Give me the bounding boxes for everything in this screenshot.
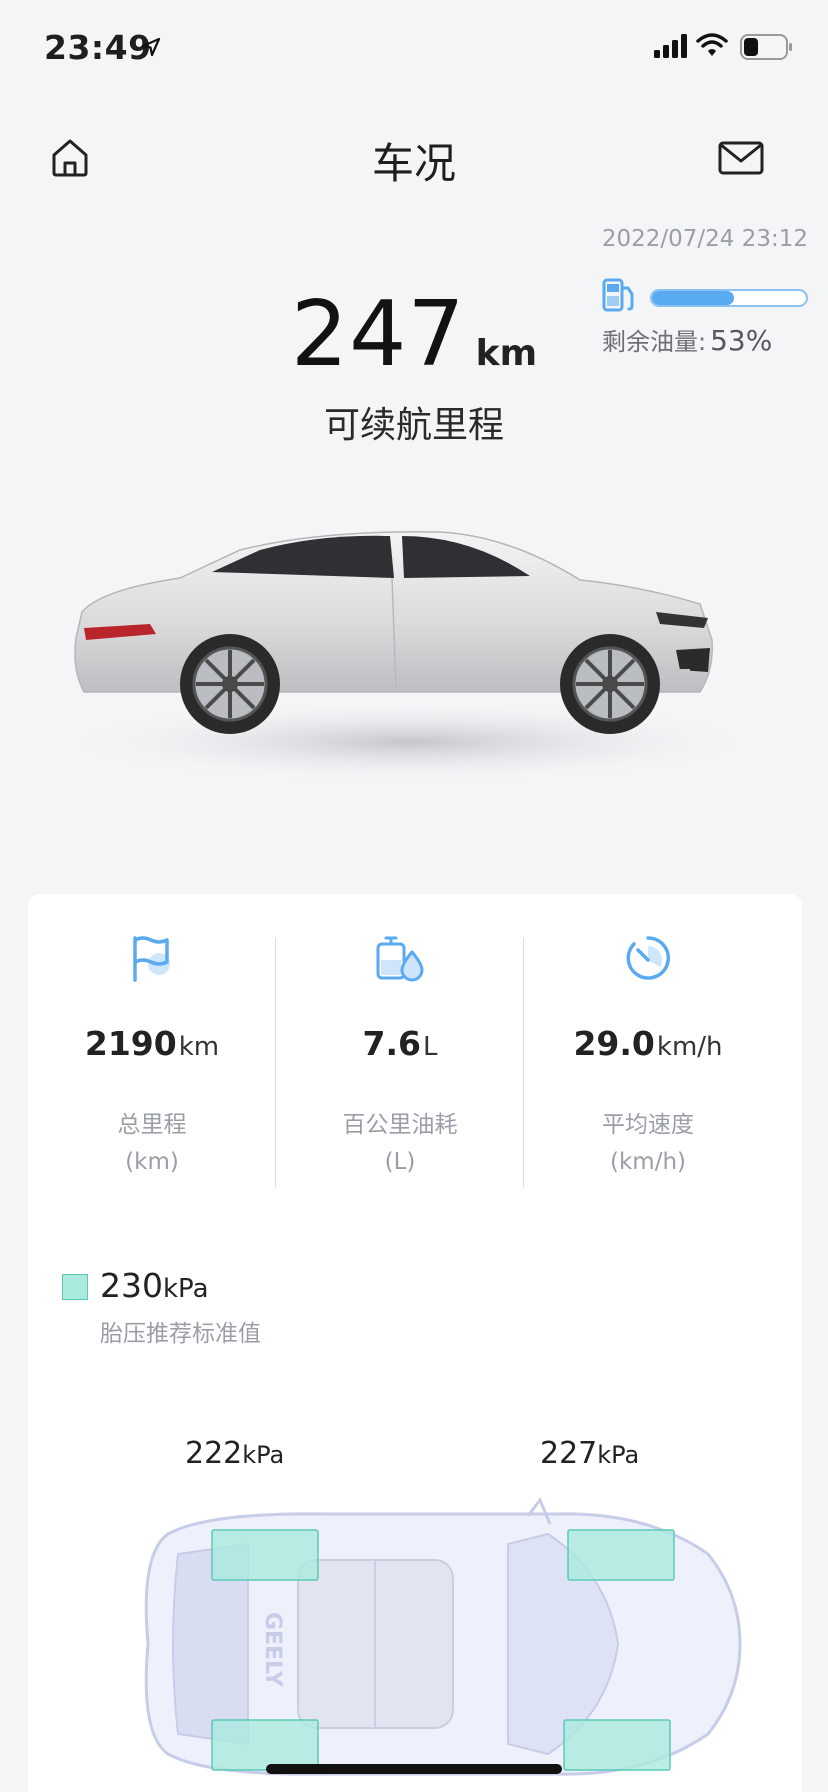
car-top-view: GEELY: [144, 1497, 742, 1776]
tyre-rear-left: [211, 1719, 319, 1771]
car-badge: GEELY: [260, 1612, 285, 1688]
mail-icon[interactable]: [718, 140, 764, 176]
tyre-rear-right: [563, 1719, 671, 1771]
tyre-standard-swatch: [62, 1274, 88, 1300]
home-indicator[interactable]: [266, 1764, 562, 1774]
status-bar: 23:49: [0, 0, 828, 100]
stat-average-speed: 29.0km/h 平均速度 (km/h): [524, 934, 772, 1194]
wifi-icon: [696, 33, 728, 56]
tyre-front-right-pressure: 227kPa: [540, 1436, 639, 1471]
stat-value: 7.6L: [276, 1024, 524, 1063]
stat-fuel-consumption: 7.6L 百公里油耗 (L): [276, 934, 524, 1194]
tyre-fr-unit: kPa: [597, 1441, 640, 1469]
location-arrow-icon: [141, 37, 161, 57]
speedometer-icon: [626, 936, 670, 980]
tyre-front-left: [211, 1529, 319, 1581]
tyre-fl-number: 222: [185, 1436, 243, 1471]
front-wheel: [560, 634, 660, 734]
tyre-front-right: [567, 1529, 675, 1581]
stat-total-mileage: 2190km 总里程 (km): [28, 934, 276, 1194]
stat-label: 百公里油耗: [342, 1112, 458, 1138]
tyre-front-left-pressure: 222kPa: [185, 1436, 284, 1471]
flag-icon: [133, 936, 170, 982]
stat-label: 总里程: [117, 1112, 187, 1138]
vehicle-stats-card: 2190km 总里程 (km) 7.6L 百公里油耗 (L) 29.0km/h …: [28, 894, 802, 1792]
stat-value: 29.0km/h: [524, 1024, 772, 1063]
tyre-standard-label: 胎压推荐标准值: [100, 1321, 261, 1347]
range-unit: km: [475, 333, 538, 374]
update-timestamp: 2022/07/24 23:12: [601, 226, 808, 252]
cellular-signal-icon: [654, 34, 687, 58]
stat-value: 2190km: [28, 1024, 276, 1063]
range-value: 247: [290, 282, 466, 387]
oil-drop-icon: [376, 936, 424, 982]
tyre-fr-number: 227: [540, 1436, 598, 1471]
range-label: 可续航里程: [323, 405, 504, 446]
stat-unit: km: [178, 1032, 220, 1062]
stat-number: 2190: [84, 1024, 177, 1063]
car-side-image: [60, 531, 760, 784]
stat-number: 7.6: [362, 1024, 421, 1063]
tyre-fl-unit: kPa: [242, 1441, 285, 1469]
tyre-standard-number: 230: [100, 1266, 163, 1305]
battery-icon: [740, 34, 792, 60]
stat-sublabel: (km): [125, 1149, 179, 1175]
range-display: 247 km: [0, 282, 828, 387]
status-time: 23:49: [44, 28, 152, 67]
stat-sublabel: (km/h): [610, 1149, 686, 1175]
rear-wheel: [180, 634, 280, 734]
stat-sublabel: (L): [384, 1149, 416, 1175]
stat-unit: km/h: [656, 1032, 723, 1062]
tyre-standard-value: 230kPa: [100, 1266, 209, 1305]
stat-number: 29.0: [573, 1024, 655, 1063]
stat-unit: L: [422, 1032, 438, 1062]
nav-bar: 车况: [0, 120, 828, 200]
tyre-standard-unit: kPa: [163, 1274, 209, 1304]
stat-label: 平均速度: [602, 1112, 694, 1138]
page-title: 车况: [371, 139, 456, 188]
